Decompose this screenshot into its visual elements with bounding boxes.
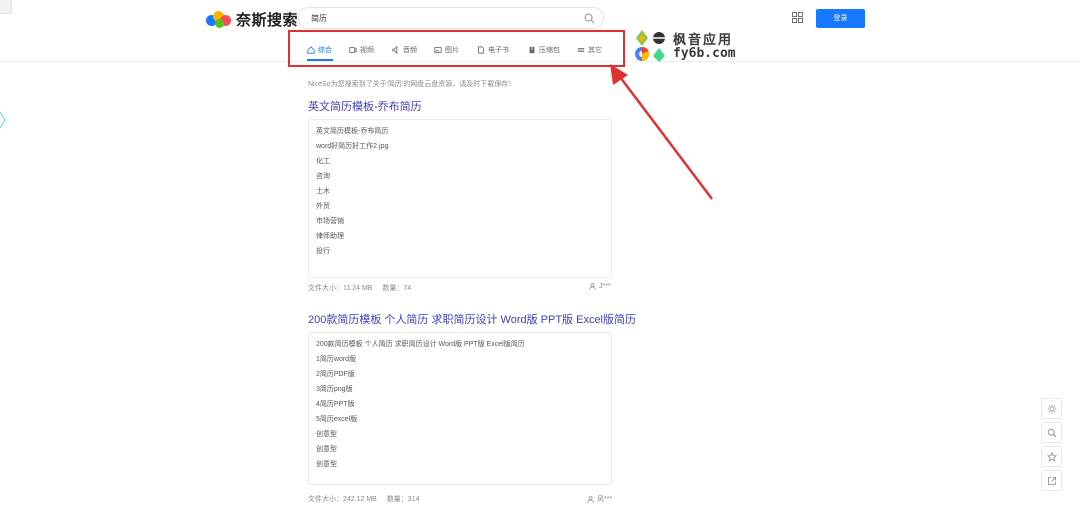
result-owner: 风***	[587, 494, 612, 504]
tab-archive[interactable]: 压缩包	[528, 43, 560, 57]
search-tool-button[interactable]	[1041, 422, 1062, 443]
search-notice: NiceSo为您搜索到了关于'简历'的网盘云盘资源，请及时下载保存！	[308, 81, 516, 88]
archive-icon	[529, 46, 535, 54]
search-icon	[1047, 428, 1056, 437]
video-icon	[349, 47, 357, 53]
tab-label: 电子书	[488, 47, 509, 54]
file-line: 律师助理	[316, 233, 344, 240]
edge-handle-icon[interactable]	[0, 110, 6, 130]
sun-icon	[1047, 404, 1056, 413]
file-line: 英文简历模板-乔布简历	[316, 128, 389, 135]
tab-video[interactable]: 视频	[349, 43, 374, 57]
file-line: 200款简历模板 个人简历 求职简历设计 Word版 PPT版 Excel版简历	[316, 341, 525, 348]
search-icon[interactable]	[584, 13, 595, 24]
file-line: 投行	[316, 248, 330, 255]
user-icon	[589, 283, 596, 290]
side-toolbar	[1041, 398, 1063, 494]
logo-text: 奈斯搜索	[236, 11, 299, 29]
file-count: 数量：74	[382, 285, 412, 292]
image-icon	[434, 47, 442, 53]
favorite-button[interactable]	[1041, 446, 1062, 467]
tab-audio[interactable]: 音频	[392, 43, 417, 57]
file-line: 市场营销	[316, 218, 344, 225]
external-link-icon	[1047, 476, 1056, 485]
owner-name: J***	[599, 283, 611, 290]
file-line: 创意型	[316, 431, 337, 438]
file-size: 文件大小：11.24 MB	[308, 285, 373, 292]
search-bar	[298, 7, 604, 29]
owner-name: 风***	[597, 496, 613, 503]
file-line: 土木	[316, 188, 330, 195]
grid-apps-icon[interactable]	[792, 12, 803, 23]
tab-label: 图片	[445, 47, 459, 54]
logo-icon	[206, 9, 232, 29]
annotation-arrow	[610, 64, 713, 200]
login-button[interactable]: 登录	[816, 9, 865, 28]
result-meta: 文件大小：11.24 MB 数量：74	[308, 283, 419, 293]
home-icon	[307, 46, 315, 54]
tab-label: 压缩包	[539, 47, 560, 54]
tab-label: 视频	[360, 47, 374, 54]
result-preview: 200款简历模板 个人简历 求职简历设计 Word版 PPT版 Excel版简历…	[308, 332, 612, 485]
file-line: 1简历word版	[316, 356, 357, 363]
result-meta: 文件大小：242.12 MB 数量：314	[308, 494, 428, 504]
file-line: 外贸	[316, 203, 330, 210]
ebook-icon	[478, 46, 484, 54]
search-input[interactable]	[311, 10, 571, 26]
file-line: 4简历PPT版	[316, 401, 355, 408]
file-line: 5简历excel版	[316, 416, 358, 423]
tab-other[interactable]: 其它	[577, 43, 602, 57]
tab-image[interactable]: 图片	[434, 43, 459, 57]
tab-ebook[interactable]: 电子书	[477, 43, 509, 57]
tab-label: 综合	[318, 47, 332, 54]
file-line: 创意型	[316, 446, 337, 453]
star-icon	[1046, 451, 1057, 462]
result-owner: J***	[589, 283, 611, 290]
file-count: 数量：314	[386, 496, 420, 503]
file-line: 创意型	[316, 461, 337, 468]
result-title[interactable]: 英文简历模板-乔布简历	[308, 98, 422, 114]
file-line: word好简历好工作2.jpg	[316, 143, 389, 150]
file-line: 2简历PDF版	[316, 371, 355, 378]
corner-widget	[0, 0, 12, 14]
tab-label: 音频	[403, 47, 417, 54]
file-line: 咨询	[316, 173, 330, 180]
file-line: 3简历png版	[316, 386, 353, 393]
user-icon	[587, 495, 594, 503]
result-title[interactable]: 200款简历模板 个人简历 求职简历设计 Word版 PPT版 Excel版简历	[308, 311, 636, 327]
share-button[interactable]	[1041, 470, 1062, 491]
audio-icon	[392, 46, 398, 54]
file-size: 文件大小：242.12 MB	[308, 496, 377, 503]
site-logo[interactable]: 奈斯搜索	[206, 8, 298, 30]
other-icon	[577, 48, 585, 52]
tab-all[interactable]: 综合	[307, 43, 332, 57]
file-line: 化工	[316, 158, 330, 165]
result-preview: 英文简历模板-乔布简历 word好简历好工作2.jpg 化工 咨询 土木 外贸 …	[308, 119, 612, 278]
theme-toggle-button[interactable]	[1041, 398, 1062, 419]
tab-label: 其它	[588, 47, 602, 54]
active-tab-indicator	[307, 59, 333, 61]
